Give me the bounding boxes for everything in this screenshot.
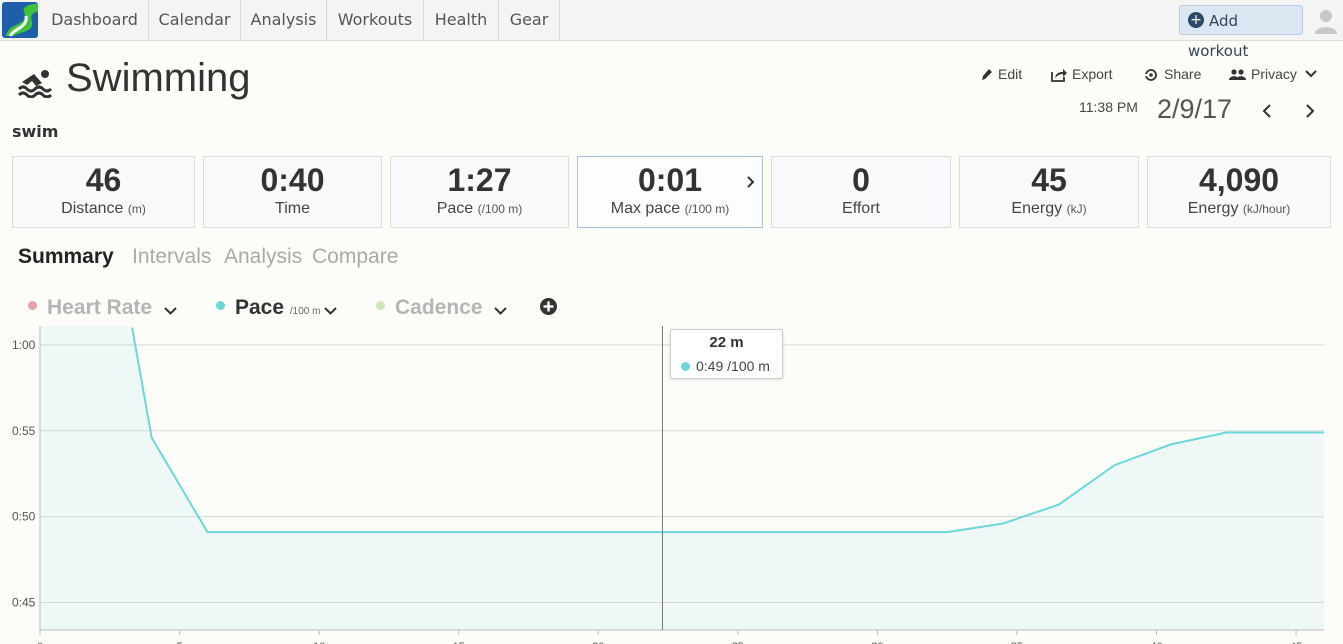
stat-label: Time [275,200,310,217]
edit-label: Edit [998,66,1023,82]
plus-circle-icon: + [1188,12,1204,28]
tooltip-dot [681,362,690,371]
tooltip-value: 0:49 /100 m [696,358,770,374]
tooltip-value-row: 0:49 /100 m [681,358,770,374]
stat-value: 0:40 [260,162,325,198]
export-label: Export [1072,66,1113,82]
chevron-down-icon [324,307,338,315]
y-tick-label: 0:50 [12,510,36,524]
stat-label: Distance (m) [61,200,146,217]
chevron-left-icon[interactable] [1260,102,1274,120]
nav-health[interactable]: Health [424,0,499,40]
tab-intervals[interactable]: Intervals [132,245,211,269]
chevron-down-icon [164,307,177,315]
privacy-dropdown[interactable]: Privacy [1229,66,1317,86]
tab-analysis[interactable]: Analysis [224,245,302,269]
plus-circle-icon[interactable] [540,298,557,315]
pace-area-left [40,326,133,630]
user-avatar-icon[interactable] [1314,8,1338,34]
app-logo[interactable] [2,2,38,38]
share-label: Share [1164,66,1202,82]
chevron-right-icon[interactable] [1303,102,1317,120]
stat-value: 1:27 [447,162,512,198]
workout-subtitle: swim [12,122,59,141]
nav-workouts[interactable]: Workouts [327,0,424,40]
export-icon [1051,69,1067,82]
stat-value: 45 [1031,162,1067,198]
stat-value: 0 [852,162,870,198]
workout-time: 11:38 PM [1079,99,1138,115]
series-dot [376,301,385,310]
add-workout-button[interactable]: + Add workout [1179,5,1303,60]
page-title: Swimming [66,56,251,100]
top-nav: Dashboard Calendar Analysis Workouts Hea… [0,0,1343,60]
chart-tooltip: 22 m 0:49 /100 m [670,329,783,379]
share-button[interactable]: Share [1143,66,1201,86]
y-tick-label: 1:00 [12,338,36,352]
y-tick-label: 0:45 [12,596,36,610]
stat-value: 46 [85,162,122,198]
stat-label: Max pace (/100 m) [610,200,730,217]
nav-gear[interactable]: Gear [499,0,560,40]
stat-label: Energy (kJ/hour) [1187,200,1291,217]
chevron-right-icon[interactable] [746,175,756,189]
nav-calendar[interactable]: Calendar [149,0,241,40]
pencil-icon [982,69,992,80]
export-button[interactable]: Export [1051,66,1112,86]
nav-dashboard[interactable]: Dashboard [41,0,149,40]
chevron-down-icon [1305,70,1317,78]
stat-label: Effort [842,200,880,217]
series-dot [28,301,37,310]
series-cadence[interactable]: Cadence [376,296,508,320]
series-pace[interactable]: Pace /100 m [216,296,338,320]
series-dot [216,301,225,310]
stat-card-energy-rate[interactable]: 4,090 Energy (kJ/hour) [1147,156,1331,228]
edit-button[interactable]: Edit [980,66,1022,86]
stat-card-time[interactable]: 0:40 Time [203,156,382,228]
stat-card-pace[interactable]: 1:27 Pace (/100 m) [390,156,569,228]
nav-analysis[interactable]: Analysis [241,0,327,40]
workout-date: 2/9/17 [1157,94,1233,124]
stat-card-max-pace[interactable]: 0:01 Max pace (/100 m) [577,156,763,228]
swimmer-icon [18,70,53,98]
chevron-down-icon [494,307,508,315]
tooltip-title: 22 m [709,334,744,351]
y-tick-label: 0:55 [12,424,36,438]
stat-label: Pace (/100 m) [436,200,523,217]
share-icon [1143,69,1157,81]
tab-compare[interactable]: Compare [312,245,398,269]
stat-value: 0:01 [637,162,703,198]
tab-summary[interactable]: Summary [18,245,114,269]
people-icon [1229,69,1246,80]
stat-card-distance[interactable]: 46 Distance (m) [12,156,195,228]
privacy-label: Privacy [1251,66,1297,82]
stat-label: Energy (kJ) [1011,200,1087,217]
series-heart-rate[interactable]: Heart Rate [28,296,177,320]
stat-card-energy[interactable]: 45 Energy (kJ) [959,156,1139,228]
stat-card-effort[interactable]: 0 Effort [771,156,951,228]
stat-value: 4,090 [1198,162,1280,198]
